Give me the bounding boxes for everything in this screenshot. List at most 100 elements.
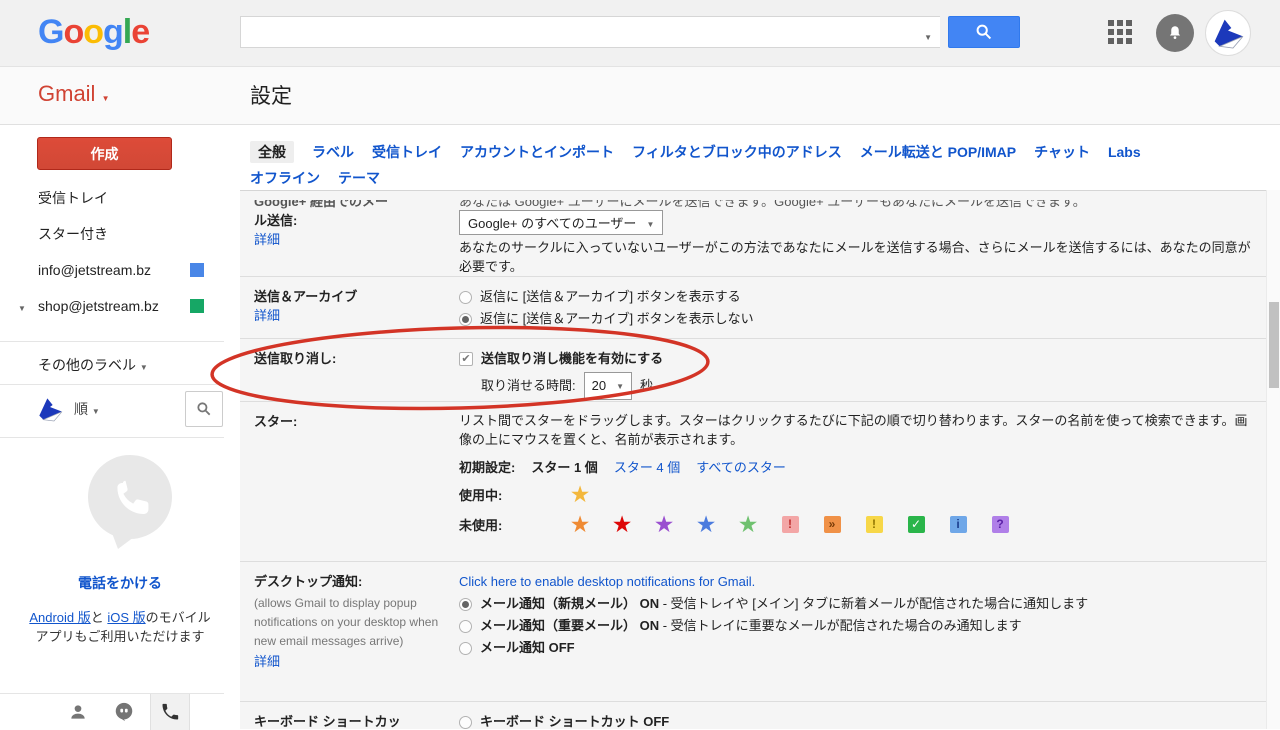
radio-notifications-off[interactable] bbox=[459, 642, 472, 655]
star-icon[interactable]: ★ bbox=[727, 512, 769, 536]
star-badge-icon[interactable]: ? bbox=[979, 516, 1021, 533]
compose-button[interactable]: 作成 bbox=[37, 137, 172, 170]
radio-label: メール通知 OFF bbox=[480, 637, 575, 659]
person-icon bbox=[68, 702, 88, 722]
radio-hide-send-archive[interactable] bbox=[459, 313, 472, 326]
tab-general[interactable]: 全般 bbox=[250, 141, 294, 163]
search-options-caret-icon[interactable] bbox=[924, 28, 932, 43]
section-stars: スター: リスト間でスターをドラッグします。スターはクリックするたびに下記の順で… bbox=[240, 401, 1266, 561]
star-badge-icon[interactable]: ! bbox=[769, 516, 811, 533]
section-description: あなたのサークルに入っていないユーザーがこの方法であなたにメールを送信する場合、… bbox=[459, 238, 1252, 276]
android-link[interactable]: Android 版 bbox=[29, 610, 90, 625]
tab-offline[interactable]: オフライン bbox=[250, 170, 320, 186]
star-badge-icon[interactable]: ✓ bbox=[895, 516, 937, 533]
settings-content: 全般 ラベル 受信トレイ アカウントとインポート フィルタとブロック中のアドレス メール転… bbox=[240, 125, 1280, 729]
details-link[interactable]: 詳細 bbox=[254, 305, 459, 324]
badge-glyph: ! bbox=[782, 516, 799, 533]
radio-label: 返信に [送信＆アーカイブ] ボタンを表示しない bbox=[480, 308, 754, 330]
star-badge-icon[interactable]: » bbox=[811, 516, 853, 533]
sidebar-item-inbox[interactable]: 受信トレイ bbox=[0, 180, 240, 216]
label-color-swatch[interactable] bbox=[190, 299, 204, 313]
radio-label: 返信に [送信＆アーカイブ] ボタンを表示する bbox=[480, 286, 741, 308]
more-labels-text: その他のラベル bbox=[38, 357, 136, 373]
sidebar-item-shop-label[interactable]: shop@jetstream.bz bbox=[0, 288, 240, 324]
section-desktop-notifications: デスクトップ通知: (allows Gmail to display popup… bbox=[240, 561, 1266, 701]
tab-themes[interactable]: テーマ bbox=[338, 170, 380, 186]
star-icon[interactable]: ★ bbox=[601, 512, 643, 536]
star-icon[interactable]: ★ bbox=[559, 512, 601, 536]
star-badge-icon[interactable]: ! bbox=[853, 516, 895, 533]
item-label: 受信トレイ bbox=[38, 190, 108, 206]
badge-glyph: i bbox=[950, 516, 967, 533]
sidebar-bottom-tabs bbox=[0, 693, 224, 729]
search-button[interactable] bbox=[948, 16, 1020, 48]
stars-description: リスト間でスターをドラッグします。スターはクリックするたびに下記の順で切り替わり… bbox=[459, 411, 1252, 449]
tab-chat[interactable]: チャット bbox=[1034, 144, 1090, 160]
in-use-label: 使用中: bbox=[459, 485, 559, 504]
mobile-apps-note: Android 版と iOS 版のモバイルアプリもご利用いただけます bbox=[25, 608, 215, 646]
details-link[interactable]: 詳細 bbox=[254, 651, 459, 670]
details-link[interactable]: 詳細 bbox=[254, 229, 459, 248]
item-label: info@jetstream.bz bbox=[38, 262, 151, 278]
scrollbar-thumb[interactable] bbox=[1269, 302, 1279, 388]
tab-labs[interactable]: Labs bbox=[1108, 144, 1141, 160]
preset-one-star[interactable]: スター 1 個 bbox=[531, 457, 597, 476]
tab-labels[interactable]: ラベル bbox=[312, 144, 354, 160]
notifications-bell-icon[interactable] bbox=[1156, 14, 1194, 52]
section-side-note: (allows Gmail to display popup notificat… bbox=[254, 594, 439, 651]
section-label: デスクトップ通知: bbox=[254, 571, 459, 590]
chat-search-button[interactable] bbox=[185, 391, 223, 427]
sidebar: 作成 受信トレイ スター付き info@jetstream.bz shop@je… bbox=[0, 125, 240, 729]
chats-tab[interactable] bbox=[104, 694, 144, 730]
enable-notifications-link[interactable]: Click here to enable desktop notificatio… bbox=[459, 571, 1252, 593]
preset-all-stars-link[interactable]: すべてのスター bbox=[696, 457, 786, 476]
section-googleplus-mail: Google+ 経由でのメー ル送信: 詳細 あなたは Google+ ユーザー… bbox=[240, 191, 1266, 276]
label-color-swatch[interactable] bbox=[190, 263, 204, 277]
chevron-down-icon bbox=[102, 81, 110, 106]
undo-period-select[interactable]: 20 bbox=[584, 372, 632, 400]
phone-tab[interactable] bbox=[150, 694, 190, 730]
logo-letter: g bbox=[103, 13, 123, 51]
sidebar-item-starred[interactable]: スター付き bbox=[0, 216, 240, 252]
tab-filters-blocked[interactable]: フィルタとブロック中のアドレス bbox=[632, 144, 842, 160]
period-unit: 秒 bbox=[640, 375, 653, 397]
star-icon[interactable]: ★ bbox=[559, 482, 601, 506]
star-badge-icon[interactable]: i bbox=[937, 516, 979, 533]
star-icon[interactable]: ★ bbox=[643, 512, 685, 536]
search-input[interactable] bbox=[249, 20, 909, 44]
radio-new-mail-notifications[interactable] bbox=[459, 598, 472, 611]
chat-avatar[interactable] bbox=[34, 393, 66, 425]
radio-keyboard-shortcuts-off[interactable] bbox=[459, 716, 472, 729]
ios-link[interactable]: iOS 版 bbox=[107, 610, 145, 625]
item-label: shop@jetstream.bz bbox=[38, 298, 159, 314]
radio-important-mail-notifications[interactable] bbox=[459, 620, 472, 633]
gmail-app-menu[interactable]: Gmail bbox=[38, 81, 110, 107]
settings-scroll-area: Google+ 経由でのメー ル送信: 詳細 あなたは Google+ ユーザー… bbox=[240, 190, 1266, 729]
radio-label: メール通知（重要メール） ON - 受信トレイに重要なメールが配信された場合のみ… bbox=[480, 615, 1022, 637]
badge-glyph: ? bbox=[992, 516, 1009, 533]
preset-four-stars-link[interactable]: スター 4 個 bbox=[614, 457, 680, 476]
star-icon[interactable]: ★ bbox=[685, 512, 727, 536]
chat-user-menu[interactable]: 順 bbox=[74, 399, 100, 419]
googleplus-audience-select[interactable]: Google+ のすべてのユーザー bbox=[459, 210, 663, 235]
undo-send-checkbox[interactable] bbox=[459, 352, 473, 366]
tab-accounts-import[interactable]: アカウントとインポート bbox=[460, 144, 614, 160]
tab-forwarding-pop-imap[interactable]: メール転送と POP/IMAP bbox=[860, 144, 1016, 160]
account-avatar[interactable] bbox=[1205, 10, 1251, 56]
radio-show-send-archive[interactable] bbox=[459, 291, 472, 304]
clipped-description: あなたは Google+ ユーザーにメールを送信できます。Google+ ユーザ… bbox=[459, 200, 1252, 210]
sidebar-item-info-label[interactable]: info@jetstream.bz bbox=[0, 252, 240, 288]
stars-in-use-row: 使用中: ★ bbox=[459, 482, 1252, 506]
chat-user-name: 順 bbox=[74, 401, 88, 417]
chat-status-row: 順 bbox=[0, 390, 240, 430]
content-scrollbar[interactable] bbox=[1266, 190, 1280, 729]
make-call-link[interactable]: 電話をかける bbox=[0, 573, 240, 593]
page-title: 設定 bbox=[250, 80, 292, 110]
badge-glyph: ✓ bbox=[908, 516, 925, 533]
tab-inbox[interactable]: 受信トレイ bbox=[372, 144, 442, 160]
contacts-tab[interactable] bbox=[58, 694, 98, 730]
chevron-down-icon[interactable] bbox=[18, 288, 26, 327]
more-labels-dropdown[interactable]: その他のラベル bbox=[38, 347, 148, 383]
apps-grid-icon[interactable] bbox=[1108, 20, 1134, 46]
divider bbox=[0, 341, 224, 342]
